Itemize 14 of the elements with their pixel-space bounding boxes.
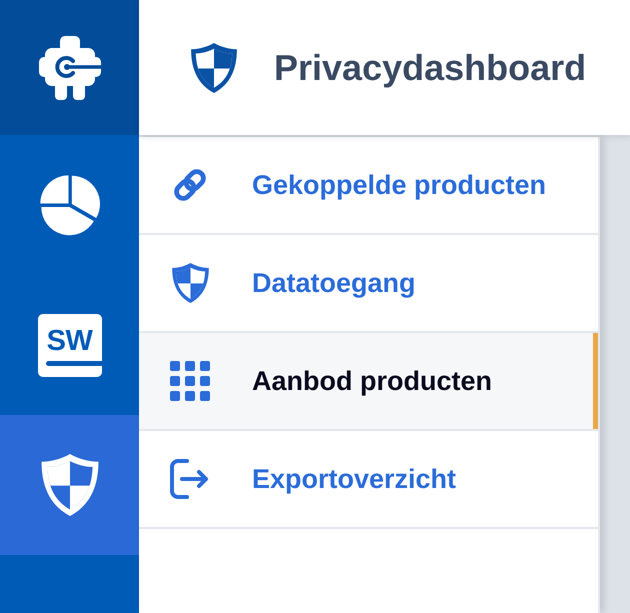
gear-logo-icon: [38, 36, 100, 100]
sidebar-button[interactable]: [0, 415, 139, 555]
menu-item[interactable]: Datatoegang: [139, 235, 598, 331]
pie-chart-icon: [38, 174, 100, 236]
sw-logo: SW: [38, 314, 102, 376]
grid-icon: [170, 361, 210, 401]
shield-icon: [40, 454, 100, 516]
shield-icon: [172, 263, 208, 303]
shield-icon: [190, 42, 238, 92]
menu-item[interactable]: Aanbod producten: [139, 333, 598, 429]
export-icon: [170, 459, 210, 499]
page-title: Privacydashboard: [274, 50, 586, 86]
menu-item[interactable]: Exportoverzicht: [139, 431, 598, 527]
menu-item[interactable]: Gekoppelde producten: [139, 137, 598, 233]
